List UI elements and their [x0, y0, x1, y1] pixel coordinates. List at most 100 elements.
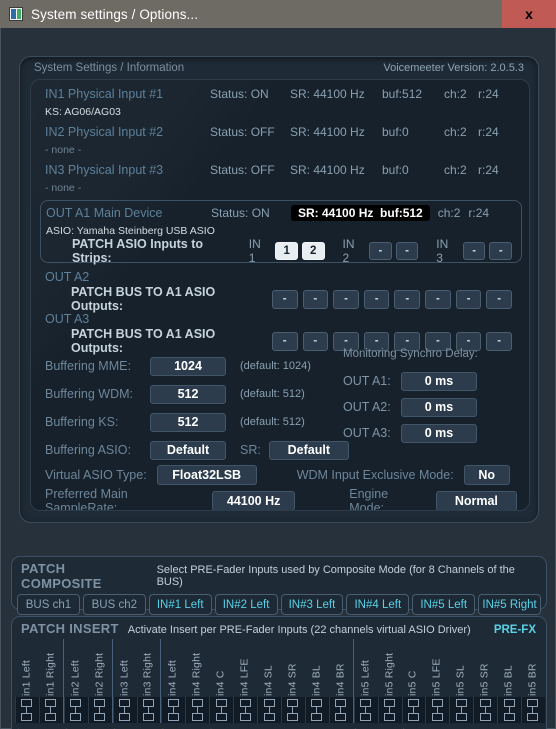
device-samplerate: SR: 44100 Hz — [290, 87, 365, 101]
a3-bus-slot-1[interactable]: - — [271, 331, 298, 351]
asio-slot-in2-2[interactable]: - — [395, 242, 419, 260]
toggle-switch-icon — [239, 699, 251, 721]
a3-bus-slot-2[interactable]: - — [302, 331, 329, 351]
insert-toggle-switch[interactable] — [521, 697, 545, 723]
composite-button-in3-left[interactable]: IN#3 Left — [280, 594, 344, 615]
a2-bus-slot-7[interactable]: - — [455, 289, 482, 309]
asio-slot-in1-1[interactable]: 1 — [275, 242, 298, 260]
a2-bus-slot-6[interactable]: - — [425, 289, 451, 309]
device-row-out-a1[interactable]: OUT A1 Main Device Status: ON SR: 44100 … — [46, 203, 514, 239]
monitoring-a1-value[interactable]: 0 ms — [401, 371, 477, 391]
buffering-asio-value[interactable]: Default — [150, 440, 226, 460]
device-row-in1[interactable]: IN1 Physical Input #1 Status: ON SR: 441… — [45, 84, 517, 120]
a2-bus-slot-1[interactable]: - — [271, 289, 298, 309]
device-status: Status: OFF — [210, 125, 275, 139]
patch-insert-header: PATCH INSERT Activate Insert per PRE-Fad… — [12, 617, 546, 636]
insert-toggle-switch[interactable] — [136, 697, 161, 723]
insert-toggle-switch[interactable] — [112, 697, 137, 723]
insert-toggle-switch[interactable] — [38, 697, 63, 723]
composite-button-in2-left[interactable]: IN#2 Left — [214, 594, 278, 615]
monitoring-a2-value[interactable]: 0 ms — [401, 397, 477, 417]
device-resolution: r:24 — [468, 206, 490, 220]
asio-sr-value[interactable]: Default — [268, 440, 349, 460]
insert-channel-label-wrap: in5 SR — [473, 639, 497, 697]
insert-toggle-switch[interactable] — [209, 697, 234, 723]
insert-channel-label-wrap: in4 SL — [257, 639, 281, 697]
composite-button-in4-left[interactable]: IN#4 Left — [346, 594, 410, 615]
insert-toggle-switch[interactable] — [87, 697, 112, 723]
insert-channel-label-wrap: in5 BL — [497, 639, 521, 697]
device-buffer: buf:512 — [382, 87, 423, 101]
preferred-samplerate-value[interactable]: 44100 Hz — [212, 491, 296, 510]
composite-button-bus-ch2[interactable]: BUS ch2 — [82, 594, 146, 615]
patch-asio-label: PATCH ASIO Inputs to Strips: — [72, 237, 204, 265]
wdm-exclusive-value[interactable]: No — [463, 465, 510, 485]
insert-toggle-switch[interactable] — [63, 697, 88, 723]
insert-toggle-switch[interactable] — [233, 697, 258, 723]
a2-bus-slot-5[interactable]: - — [394, 289, 421, 309]
monitoring-a1-label: OUT A1: — [343, 374, 391, 388]
device-name: IN1 Physical Input #1 — [45, 87, 164, 101]
insert-toggle-switch[interactable] — [328, 697, 353, 723]
insert-channel-label: in5 Left — [359, 659, 372, 696]
device-samplerate: SR: 44100 Hz — [290, 163, 365, 177]
asio-sr-label: SR: — [240, 443, 261, 457]
asio-slot-in1-2[interactable]: 2 — [301, 242, 325, 260]
insert-toggle-switch[interactable] — [497, 697, 522, 723]
insert-channel-label-wrap: in2 Left — [64, 639, 88, 697]
out-a3-group: OUT A3 PATCH BUS TO A1 ASIO Outputs: - -… — [45, 312, 517, 355]
insert-toggle-switch[interactable] — [304, 697, 329, 723]
device-resolution: r:24 — [478, 163, 499, 177]
insert-toggle-switch[interactable] — [425, 697, 450, 723]
buffering-mme-value[interactable]: 1024 — [150, 356, 226, 376]
insert-toggle-switch[interactable] — [185, 697, 210, 723]
a2-bus-slot-8[interactable]: - — [486, 289, 513, 309]
asio-slot-in2-1[interactable]: - — [369, 242, 392, 260]
insert-toggle-switch[interactable] — [377, 697, 402, 723]
buffering-wdm-value[interactable]: 512 — [150, 384, 226, 404]
insert-toggle-switch[interactable] — [161, 697, 186, 723]
insert-channel-label-wrap: in1 Left — [15, 639, 39, 697]
insert-channel-label-wrap: in5 SL — [449, 639, 473, 697]
device-resolution: r:24 — [478, 125, 499, 139]
buffering-ks-value[interactable]: 512 — [150, 412, 226, 432]
device-row-in2[interactable]: IN2 Physical Input #2 Status: OFF SR: 44… — [45, 122, 517, 158]
panel-header: System Settings / Information Voicemeete… — [20, 57, 538, 79]
a2-bus-slot-3[interactable]: - — [333, 289, 359, 309]
a2-bus-slot-2[interactable]: - — [302, 289, 329, 309]
insert-channel-label-wrap: in5 LFE — [425, 639, 449, 697]
insert-channel-label-wrap: in5 Right — [378, 639, 402, 697]
composite-button-bus-ch1[interactable]: BUS ch1 — [17, 594, 80, 615]
insert-toggle-switch[interactable] — [473, 697, 498, 723]
composite-button-in5-right[interactable]: IN#5 Right — [478, 594, 541, 615]
insert-toggle-switch[interactable] — [401, 697, 426, 723]
engine-mode-value[interactable]: Normal — [435, 491, 517, 510]
virtual-asio-value[interactable]: Float32LSB — [156, 465, 257, 485]
asio-group-tag-in3: IN 3 — [436, 237, 449, 265]
insert-channel-label: in5 LFE — [430, 658, 443, 696]
close-button[interactable]: x — [502, 0, 556, 28]
insert-channel-label-wrap: in4 C — [209, 639, 233, 697]
device-status: Status: OFF — [210, 163, 275, 177]
patch-insert-title: PATCH INSERT — [21, 621, 119, 636]
insert-toggle-switch[interactable] — [280, 697, 305, 723]
asio-slot-in3-2[interactable]: - — [489, 242, 513, 260]
insert-channel-label: in4 SR — [286, 663, 299, 696]
a2-bus-slot-4[interactable]: - — [363, 289, 390, 309]
insert-channel-label: in3 Right — [141, 652, 154, 696]
patch-composite-subtitle: Select PRE-Fader Inputs used by Composit… — [156, 564, 515, 588]
insert-toggle-switch[interactable] — [449, 697, 474, 723]
engine-mode-label: Engine Mode: — [349, 487, 389, 511]
insert-toggle-switch[interactable] — [353, 697, 378, 723]
composite-button-in5-left[interactable]: IN#5 Left — [412, 594, 476, 615]
title-bar: System settings / Options... x — [0, 0, 556, 28]
asio-slot-in3-1[interactable]: - — [462, 242, 486, 260]
insert-toggle-switch[interactable] — [257, 697, 281, 723]
pre-fx-button[interactable]: PRE-FX — [494, 624, 536, 636]
panel-header-left: System Settings / Information — [34, 62, 185, 74]
monitoring-a3-value[interactable]: 0 ms — [401, 423, 477, 443]
composite-button-in1-left[interactable]: IN#1 Left — [148, 594, 212, 615]
buffering-asio-label: Buffering ASIO: — [45, 443, 131, 457]
insert-toggle-switch[interactable] — [15, 697, 39, 723]
device-row-in3[interactable]: IN3 Physical Input #3 Status: OFF SR: 44… — [45, 160, 517, 196]
